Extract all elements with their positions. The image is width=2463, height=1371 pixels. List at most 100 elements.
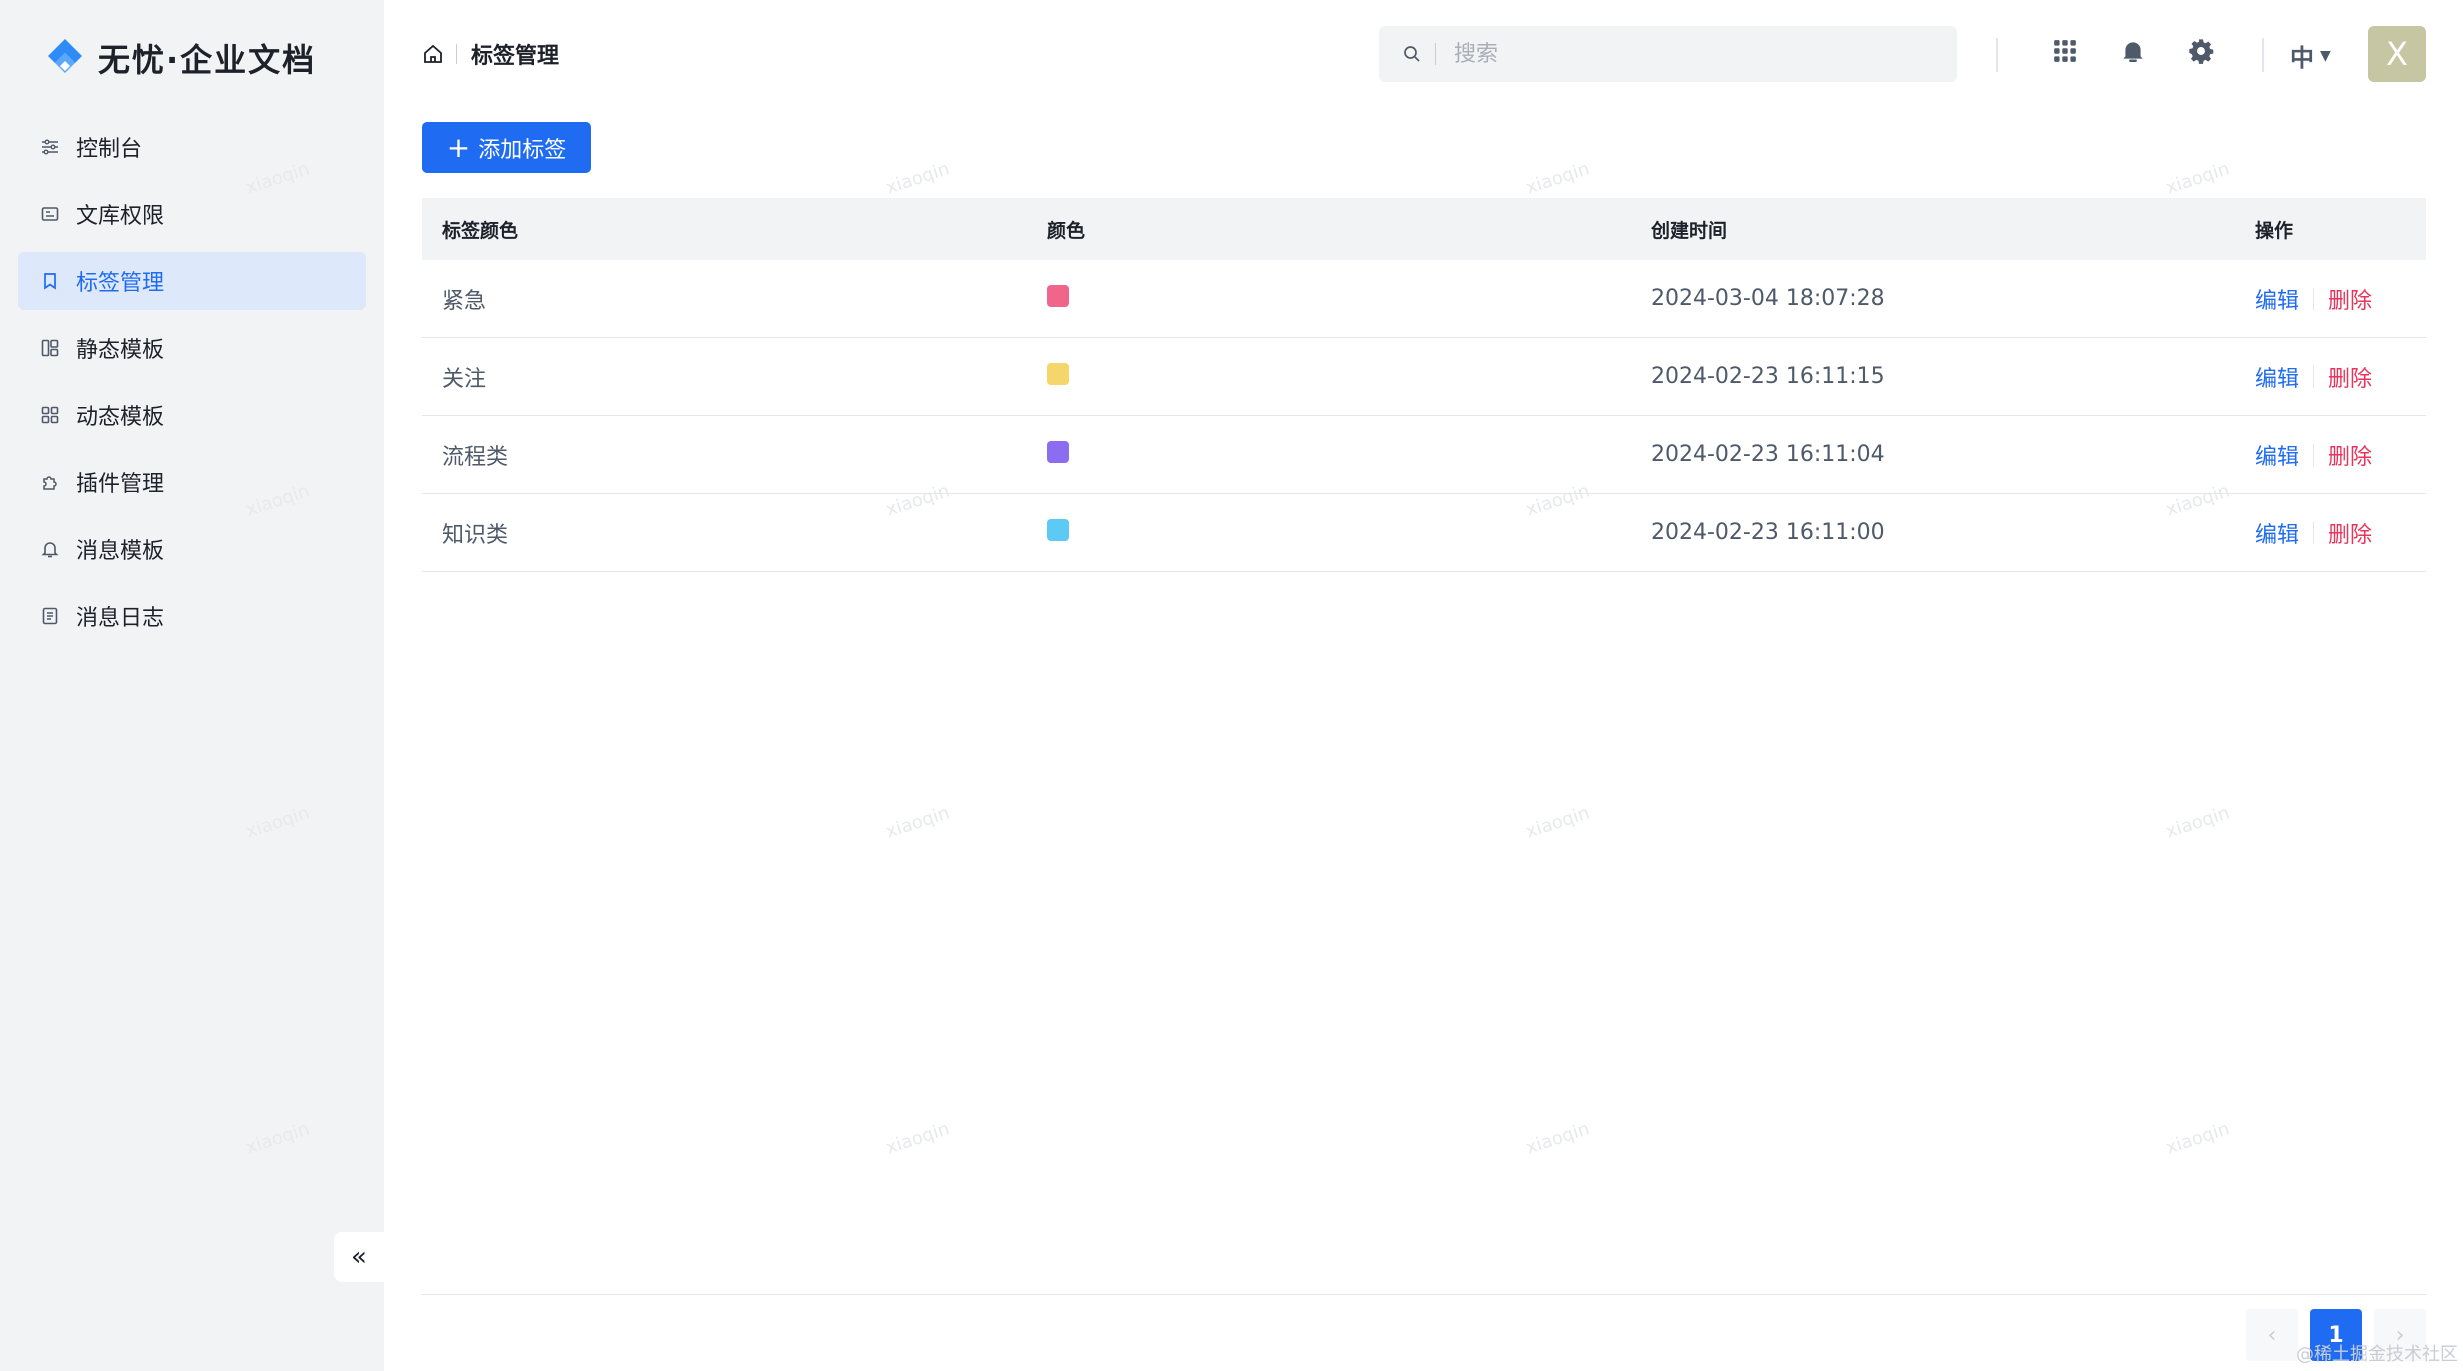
search-icon — [1403, 45, 1421, 63]
row-actions: 编辑 删除 — [2235, 439, 2426, 471]
breadcrumb-separator — [456, 44, 457, 64]
avatar[interactable]: X — [2368, 26, 2426, 82]
sidebar-item-label: 静态模板 — [76, 338, 165, 363]
row-actions: 编辑 删除 — [2235, 283, 2426, 315]
home-icon[interactable] — [422, 43, 444, 65]
color-cell — [1027, 284, 1631, 313]
edit-link[interactable]: 编辑 — [2255, 439, 2299, 471]
sidebar-item-console[interactable]: 控制台 — [18, 118, 366, 176]
search-divider — [1435, 43, 1436, 65]
created-time: 2024-02-23 16:11:04 — [1651, 442, 1885, 467]
tag-name: 紧急 — [442, 288, 487, 314]
sidebar: 无忧·企业文档 控制台 文库权限 标签管理 静态模板 动态模板 插件管理 消息模… — [0, 0, 384, 1371]
header-divider — [1996, 38, 1998, 72]
watermark-text: xiaoqin — [883, 802, 953, 843]
table-row: 关注 2024-02-23 16:11:15 编辑 删除 — [422, 338, 2426, 416]
delete-link[interactable]: 删除 — [2328, 439, 2372, 471]
layout-icon — [40, 338, 60, 358]
grid-icon — [40, 405, 60, 425]
edit-link[interactable]: 编辑 — [2255, 361, 2299, 393]
gear-icon[interactable] — [2186, 36, 2216, 66]
edit-link[interactable]: 编辑 — [2255, 283, 2299, 315]
color-cell — [1027, 440, 1631, 469]
watermark-text: xiaoqin — [1523, 802, 1593, 843]
library-icon — [40, 204, 60, 224]
action-divider — [2313, 365, 2315, 388]
edit-link[interactable]: 编辑 — [2255, 517, 2299, 549]
created-time: 2024-03-04 18:07:28 — [1651, 286, 1885, 311]
action-divider — [2313, 521, 2315, 544]
sidebar-item-label: 消息日志 — [76, 606, 165, 631]
sidebar-item-label: 控制台 — [76, 137, 143, 162]
sidebar-item-message-log[interactable]: 消息日志 — [18, 587, 366, 645]
sidebar-item-label: 标签管理 — [76, 271, 165, 296]
color-cell — [1027, 518, 1631, 547]
notification-bell-icon[interactable] — [2118, 36, 2148, 66]
add-tag-button[interactable]: + 添加标签 — [422, 122, 591, 173]
watermark-text: xiaoqin — [883, 1118, 953, 1159]
table-row: 紧急 2024-03-04 18:07:28 编辑 删除 — [422, 260, 2426, 338]
language-switcher[interactable]: 中 ▼ — [2290, 38, 2331, 73]
tag-table: 标签颜色 颜色 创建时间 操作 紧急 2024-03-04 18:07:28 编… — [422, 198, 2426, 572]
app-root: 无忧·企业文档 控制台 文库权限 标签管理 静态模板 动态模板 插件管理 消息模… — [0, 0, 2463, 1371]
delete-link[interactable]: 删除 — [2328, 361, 2372, 393]
sidebar-collapse-button[interactable]: « — [334, 1232, 384, 1282]
brand-name: 无忧·企业文档 — [98, 41, 317, 79]
footer-divider — [422, 1294, 2426, 1295]
watermark-text: xiaoqin — [2163, 1118, 2233, 1159]
table-header: 标签颜色 颜色 创建时间 操作 — [422, 198, 2426, 260]
column-header-color: 颜色 — [1047, 219, 1086, 242]
color-swatch — [1047, 440, 1069, 463]
corner-watermark: @稀土掘金技术社区 — [2296, 1344, 2458, 1365]
sidebar-item-label: 动态模板 — [76, 405, 165, 430]
brand-logo[interactable]: 无忧·企业文档 — [42, 30, 316, 86]
column-header-actions: 操作 — [2255, 219, 2294, 242]
avatar-initial: X — [2386, 35, 2408, 73]
header-divider — [2262, 38, 2264, 72]
watermark-text: xiaoqin — [1523, 158, 1593, 199]
bookmark-icon — [40, 271, 60, 291]
prev-page-button[interactable]: ‹ — [2246, 1309, 2298, 1361]
column-header-created: 创建时间 — [1651, 219, 1728, 242]
logo-icon — [42, 35, 88, 81]
color-swatch — [1047, 362, 1069, 385]
row-actions: 编辑 删除 — [2235, 361, 2426, 393]
sidebar-item-plugin-management[interactable]: 插件管理 — [18, 453, 366, 511]
watermark-text: xiaoqin — [2163, 802, 2233, 843]
delete-link[interactable]: 删除 — [2328, 283, 2372, 315]
row-actions: 编辑 删除 — [2235, 517, 2426, 549]
tag-name: 关注 — [442, 366, 487, 392]
sidebar-item-label: 消息模板 — [76, 539, 165, 564]
watermark-text: xiaoqin — [2163, 158, 2233, 199]
color-cell — [1027, 362, 1631, 391]
watermark-text: xiaoqin — [1523, 1118, 1593, 1159]
search-box[interactable] — [1379, 26, 1957, 82]
action-divider — [2313, 443, 2315, 466]
sidebar-item-tag-management[interactable]: 标签管理 — [18, 252, 366, 310]
search-input[interactable] — [1454, 41, 1894, 67]
column-header-tag-name: 标签颜色 — [442, 219, 519, 242]
sidebar-nav: 控制台 文库权限 标签管理 静态模板 动态模板 插件管理 消息模板 消息日志 — [18, 118, 366, 654]
tag-name: 知识类 — [442, 522, 509, 548]
breadcrumb-current: 标签管理 — [471, 44, 560, 69]
sidebar-item-label: 文库权限 — [76, 204, 165, 229]
puzzle-icon — [40, 472, 60, 492]
apps-grid-icon[interactable] — [2050, 36, 2080, 66]
caret-down-icon: ▼ — [2320, 47, 2331, 64]
sidebar-item-dynamic-template[interactable]: 动态模板 — [18, 386, 366, 444]
bell-icon — [40, 539, 60, 559]
table-row: 知识类 2024-02-23 16:11:00 编辑 删除 — [422, 494, 2426, 572]
sidebar-item-static-template[interactable]: 静态模板 — [18, 319, 366, 377]
color-swatch — [1047, 518, 1069, 541]
watermark-text: xiaoqin — [883, 158, 953, 199]
created-time: 2024-02-23 16:11:00 — [1651, 520, 1885, 545]
sidebar-item-library-permission[interactable]: 文库权限 — [18, 185, 366, 243]
top-header: 标签管理 中 — [384, 0, 2463, 110]
sidebar-item-label: 插件管理 — [76, 472, 165, 497]
delete-link[interactable]: 删除 — [2328, 517, 2372, 549]
language-label: 中 — [2290, 44, 2314, 72]
sliders-icon — [40, 137, 60, 157]
plus-icon: + — [446, 130, 471, 164]
chevrons-left-icon: « — [351, 1242, 367, 1272]
sidebar-item-message-template[interactable]: 消息模板 — [18, 520, 366, 578]
